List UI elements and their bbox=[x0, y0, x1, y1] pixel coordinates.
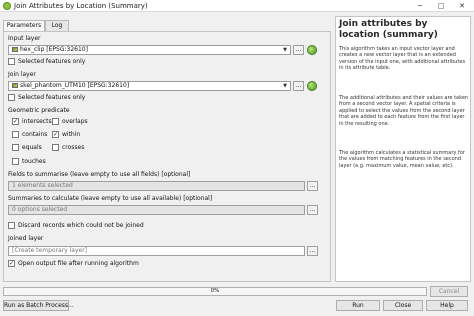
line-layer-icon bbox=[12, 83, 18, 88]
joined-layer-input[interactable]: [Create temporary layer] bbox=[8, 246, 305, 256]
run-button[interactable]: Run bbox=[336, 300, 380, 311]
close-button[interactable]: Close bbox=[383, 300, 423, 311]
chevron-down-icon: ▼ bbox=[283, 47, 287, 53]
input-layer-select[interactable]: hex_clip [EPSG:32610] ▼ bbox=[8, 45, 291, 55]
help-paragraph-2: The additional attributes and their valu… bbox=[339, 95, 469, 127]
input-layer-browse-button[interactable]: ... bbox=[293, 45, 304, 55]
predicate-within-label: within bbox=[62, 131, 81, 138]
predicate-crosses-label: crosses bbox=[62, 144, 85, 151]
help-button[interactable]: Help bbox=[426, 300, 468, 311]
polygon-layer-icon bbox=[12, 47, 18, 52]
progress-bar: 0% bbox=[3, 287, 427, 296]
join-layer-label: Join layer bbox=[8, 71, 36, 78]
join-layer-iterate-icon[interactable] bbox=[307, 81, 317, 91]
predicate-intersects-checkbox[interactable]: ✓ bbox=[12, 118, 19, 125]
predicate-intersects-label: intersects bbox=[22, 118, 52, 125]
predicate-contains-label: contains bbox=[22, 131, 48, 138]
close-window-button[interactable]: ✕ bbox=[452, 0, 472, 12]
summaries-field: 0 options selected bbox=[8, 205, 305, 215]
chevron-down-icon: ▼ bbox=[283, 83, 287, 89]
predicate-overlaps-label: overlaps bbox=[62, 118, 88, 125]
open-output-checkbox[interactable]: ✓ bbox=[8, 260, 15, 267]
fields-to-summarise-label: Fields to summarise (leave empty to use … bbox=[8, 171, 191, 178]
predicate-equals-checkbox[interactable] bbox=[12, 144, 19, 151]
open-output-label: Open output file after running algorithm bbox=[18, 260, 139, 267]
joined-layer-label: Joined layer bbox=[8, 235, 44, 242]
join-selected-only-label: Selected features only bbox=[18, 94, 86, 101]
qgis-logo-icon bbox=[3, 2, 11, 10]
input-layer-value: hex_clip [EPSG:32610] bbox=[20, 46, 88, 53]
maximize-button[interactable]: □ bbox=[431, 0, 451, 12]
fields-to-summarise-button[interactable]: ... bbox=[307, 181, 318, 191]
title-bar: Join Attributes by Location (Summary) ─ … bbox=[0, 0, 474, 12]
predicate-overlaps-checkbox[interactable] bbox=[52, 118, 59, 125]
discard-records-label: Discard records which could not be joine… bbox=[18, 222, 144, 229]
summaries-button[interactable]: ... bbox=[307, 205, 318, 215]
join-selected-only-checkbox[interactable] bbox=[8, 94, 15, 101]
join-layer-browse-button[interactable]: ... bbox=[293, 81, 304, 91]
minimize-button[interactable]: ─ bbox=[410, 0, 430, 12]
predicate-crosses-checkbox[interactable] bbox=[52, 144, 59, 151]
summaries-label: Summaries to calculate (leave empty to u… bbox=[8, 195, 213, 202]
predicate-touches-label: touches bbox=[22, 158, 46, 165]
input-layer-iterate-icon[interactable] bbox=[307, 45, 317, 55]
predicate-touches-checkbox[interactable] bbox=[12, 158, 19, 165]
help-paragraph-3: The algorithm calculates a statistical s… bbox=[339, 150, 465, 169]
join-layer-select[interactable]: skel_phantom_UTM10 [EPSG:32610] ▼ bbox=[8, 81, 291, 91]
predicate-contains-checkbox[interactable] bbox=[12, 131, 19, 138]
progress-text: 0% bbox=[210, 288, 220, 294]
parameters-panel: Input layer hex_clip [EPSG:32610] ▼ ... … bbox=[3, 31, 331, 282]
discard-records-checkbox[interactable] bbox=[8, 222, 15, 229]
help-title: Join attributes by location (summary) bbox=[339, 19, 438, 40]
run-as-batch-button[interactable]: Run as Batch Process... bbox=[3, 300, 74, 311]
predicate-within-checkbox[interactable]: ✓ bbox=[52, 131, 59, 138]
input-selected-only-checkbox[interactable] bbox=[8, 58, 15, 65]
predicate-equals-label: equals bbox=[22, 144, 42, 151]
cancel-button[interactable]: Cancel bbox=[430, 286, 468, 297]
help-panel: Join attributes by location (summary) Th… bbox=[335, 16, 471, 282]
input-layer-label: Input layer bbox=[8, 35, 41, 42]
tab-log[interactable]: Log bbox=[45, 20, 69, 31]
window-title: Join Attributes by Location (Summary) bbox=[14, 2, 148, 10]
help-paragraph-1: This algorithm takes an input vector lay… bbox=[339, 46, 466, 72]
input-selected-only-label: Selected features only bbox=[18, 58, 86, 65]
join-layer-value: skel_phantom_UTM10 [EPSG:32610] bbox=[20, 82, 130, 89]
geometric-predicate-label: Geometric predicate bbox=[8, 107, 70, 114]
fields-to-summarise-field: 1 elements selected bbox=[8, 181, 305, 191]
joined-layer-browse-button[interactable]: ... bbox=[307, 246, 318, 256]
